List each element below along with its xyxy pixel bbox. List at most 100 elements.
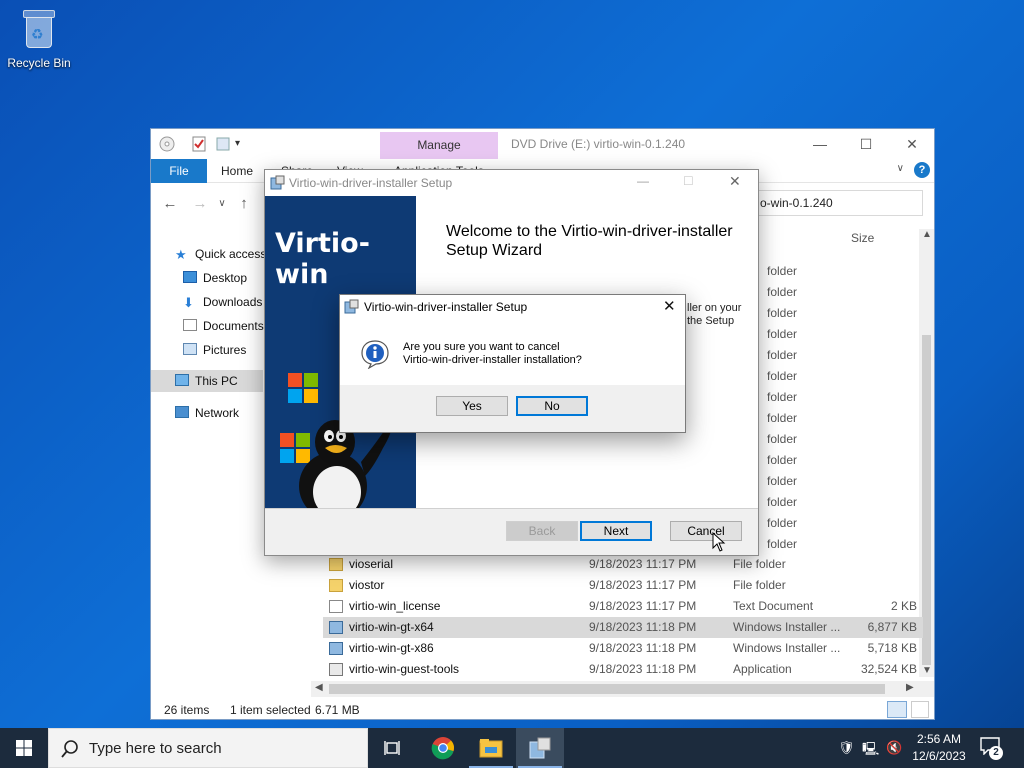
customize-qat-icon[interactable]: ▾ xyxy=(235,136,251,152)
security-shield-icon[interactable]: 🛡 xyxy=(838,740,855,756)
file-type: File folder xyxy=(733,578,786,592)
table-row[interactable]: virtio-win-gt-x86 9/18/2023 11:18 PM Win… xyxy=(323,638,923,659)
tab-home[interactable]: Home xyxy=(221,159,253,183)
cancel-confirmation-dialog: Virtio-win-driver-installer Setup ✕ Are … xyxy=(339,294,686,433)
close-icon[interactable]: ✕ xyxy=(729,173,741,190)
folder-icon xyxy=(329,579,343,592)
scroll-right-icon[interactable]: ▶ xyxy=(906,682,914,693)
installer-taskbar-button[interactable] xyxy=(516,728,564,768)
windows-logo-icon xyxy=(288,373,318,403)
sidebar-item-label: Quick access xyxy=(195,247,267,261)
properties-icon[interactable] xyxy=(191,136,207,152)
chrome-taskbar-button[interactable] xyxy=(419,728,467,768)
sidebar-item-quick-access[interactable]: ★ Quick access xyxy=(175,243,266,265)
setup-icon xyxy=(529,737,551,759)
divider xyxy=(265,508,758,509)
table-row-selected[interactable]: virtio-win-gt-x64 9/18/2023 11:18 PM Win… xyxy=(323,617,923,638)
address-bar[interactable]: o-win-0.1.240 xyxy=(753,190,923,216)
type-cell: folder xyxy=(767,516,798,530)
table-row[interactable]: viostor 9/18/2023 11:17 PM File folder xyxy=(323,575,923,596)
forward-arrow-icon[interactable]: → xyxy=(189,193,211,215)
cancel-button[interactable]: Cancel xyxy=(670,521,742,541)
large-icons-view-icon[interactable] xyxy=(911,701,929,718)
back-button[interactable]: Back xyxy=(506,521,578,541)
type-cell: folder xyxy=(767,495,798,509)
recent-locations-icon[interactable]: ∨ xyxy=(211,193,233,215)
type-cell: folder xyxy=(767,348,798,362)
action-center-button[interactable]: 2 xyxy=(980,737,1004,760)
sidebar-item-network[interactable]: Network xyxy=(175,402,239,424)
file-date: 9/18/2023 11:18 PM xyxy=(589,662,697,676)
explorer-title: DVD Drive (E:) virtio-win-0.1.240 xyxy=(511,137,686,151)
recycle-bin-label: Recycle Bin xyxy=(7,56,71,70)
download-icon: ⬇ xyxy=(183,295,194,310)
back-arrow-icon[interactable]: ← xyxy=(159,193,181,215)
start-button[interactable] xyxy=(0,728,48,768)
sidebar-item-this-pc[interactable]: This PC xyxy=(175,370,238,392)
yes-button[interactable]: Yes xyxy=(436,396,508,416)
vertical-scroll-thumb[interactable] xyxy=(922,335,931,665)
file-explorer-taskbar-button[interactable] xyxy=(467,728,515,768)
file-type: File folder xyxy=(733,557,786,571)
table-row[interactable]: virtio-win-guest-tools 9/18/2023 11:18 P… xyxy=(323,659,923,680)
type-cell: folder xyxy=(767,306,798,320)
type-cell: folder xyxy=(767,369,798,383)
sidebar-item-desktop[interactable]: Desktop xyxy=(183,267,247,289)
folder-icon xyxy=(479,739,503,758)
sidebar-item-documents[interactable]: Documents xyxy=(183,315,264,337)
scroll-down-icon[interactable]: ▼ xyxy=(922,665,932,676)
sidebar-item-downloads[interactable]: ⬇ Downloads xyxy=(183,291,262,313)
close-button[interactable]: ✕ xyxy=(889,129,935,159)
tab-file[interactable]: File xyxy=(151,159,207,183)
up-arrow-icon[interactable]: ↑ xyxy=(233,193,255,215)
expand-ribbon-icon[interactable]: ∨ xyxy=(897,163,904,174)
sidebar-item-label: Documents xyxy=(203,319,264,333)
computer-icon xyxy=(175,374,189,386)
horizontal-scroll-thumb[interactable] xyxy=(329,684,885,694)
tab-manage[interactable]: Manage xyxy=(380,132,498,159)
recycle-bin[interactable]: ♻ Recycle Bin xyxy=(6,8,72,70)
help-icon[interactable]: ? xyxy=(914,162,930,178)
next-button[interactable]: Next xyxy=(580,521,652,541)
application-icon xyxy=(329,663,343,676)
file-name: virtio-win-gt-x64 xyxy=(349,620,434,634)
setup-icon xyxy=(270,175,285,190)
recycle-bin-icon: ♻ xyxy=(21,8,57,50)
sidebar-item-label: Pictures xyxy=(203,343,247,357)
file-type: Windows Installer ... xyxy=(733,641,841,655)
system-clock[interactable]: 2:56 AM 12/6/2023 xyxy=(904,731,974,765)
dialog-title: Virtio-win-driver-installer Setup xyxy=(364,300,528,314)
scroll-left-icon[interactable]: ◀ xyxy=(315,682,323,693)
maximize-button[interactable]: ☐ xyxy=(843,129,889,159)
table-row[interactable]: vioserial 9/18/2023 11:17 PM File folder xyxy=(323,554,923,575)
sidebar-item-label: This PC xyxy=(195,374,238,388)
installer-icon xyxy=(329,642,343,655)
notification-badge: 2 xyxy=(989,746,1003,760)
file-date: 9/18/2023 11:18 PM xyxy=(589,641,697,655)
volume-muted-icon[interactable]: 🔇 xyxy=(886,740,902,756)
network-icon[interactable]: 🖳 xyxy=(862,740,879,762)
sidebar-item-pictures[interactable]: Pictures xyxy=(183,339,246,361)
selection-count: 1 item selected xyxy=(230,703,311,717)
no-button[interactable]: No xyxy=(516,396,588,416)
table-row[interactable]: virtio-win_license 9/18/2023 11:17 PM Te… xyxy=(323,596,923,617)
brand-title: Virtio-win xyxy=(275,228,370,290)
minimize-icon[interactable]: — xyxy=(637,174,649,188)
task-view-button[interactable] xyxy=(368,728,416,768)
windows-start-icon xyxy=(16,740,32,756)
type-cell: folder xyxy=(767,474,798,488)
details-view-icon[interactable] xyxy=(887,701,907,718)
minimize-button[interactable]: — xyxy=(797,129,843,159)
file-type: Application xyxy=(733,662,792,676)
new-folder-icon[interactable] xyxy=(215,136,231,152)
type-cell: folder xyxy=(767,453,798,467)
file-name: virtio-win-gt-x86 xyxy=(349,641,434,655)
taskbar: Type here to search 🛡 🖳 🔇 2:56 AM 12/6/2… xyxy=(0,728,1024,768)
close-icon[interactable]: ✕ xyxy=(663,297,676,315)
search-icon xyxy=(61,740,78,758)
type-cell: folder xyxy=(767,285,798,299)
column-header-size[interactable]: Size xyxy=(851,231,874,245)
scroll-up-icon[interactable]: ▲ xyxy=(922,229,932,240)
taskbar-search-box[interactable]: Type here to search xyxy=(48,728,368,768)
search-placeholder: Type here to search xyxy=(89,740,222,757)
